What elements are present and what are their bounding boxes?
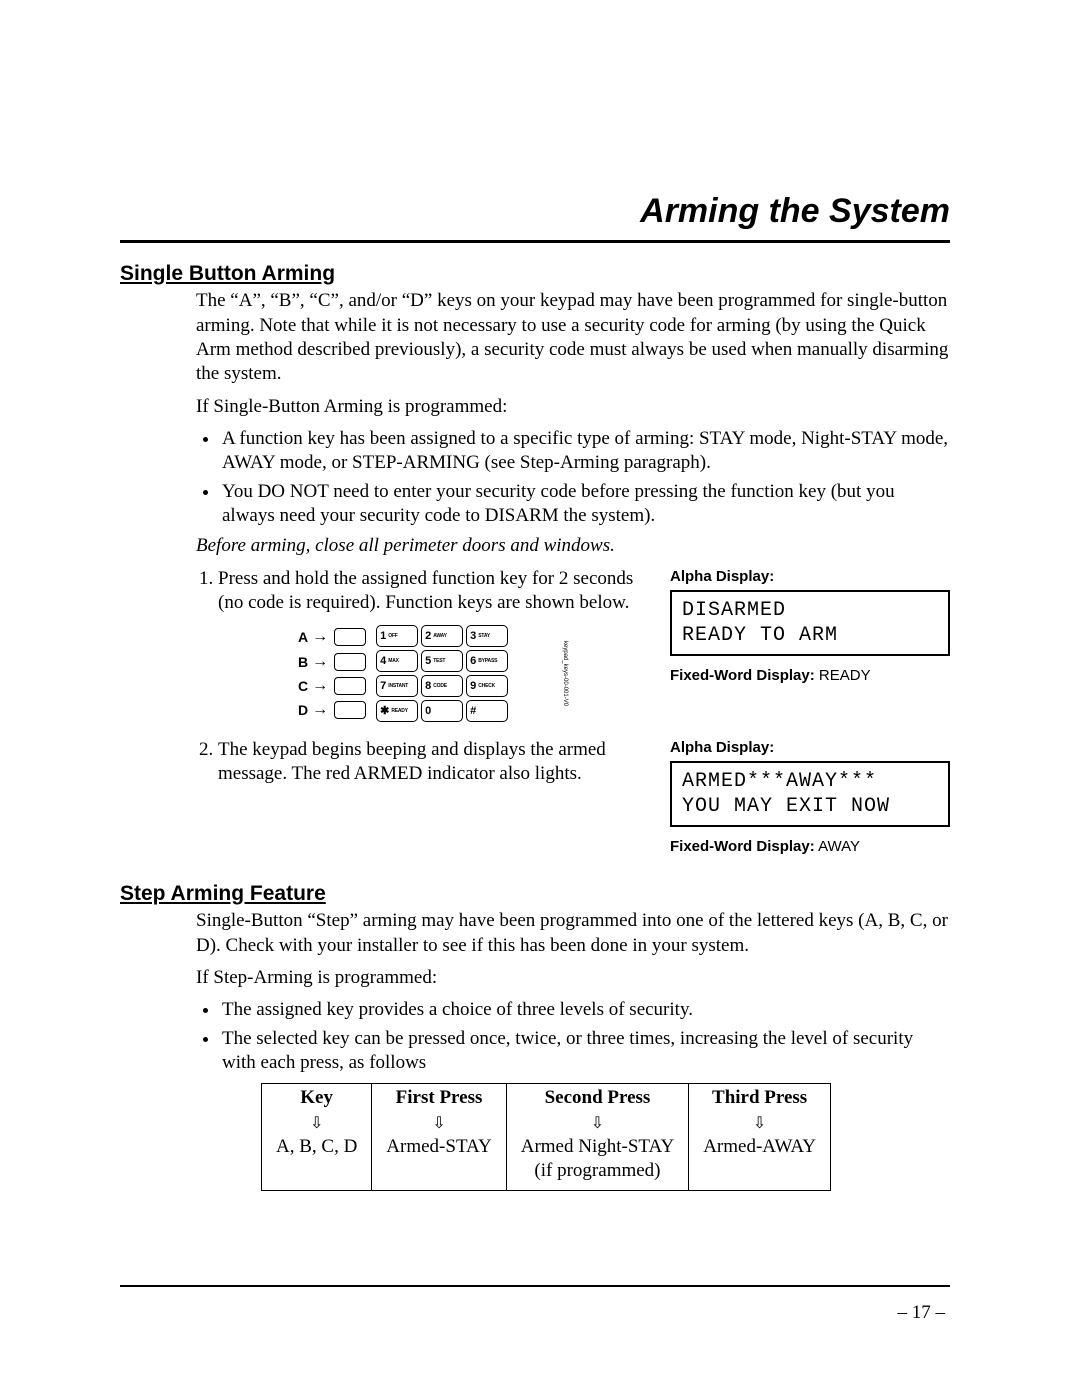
step-2: The keypad begins beeping and displays t… xyxy=(218,738,660,787)
keypad-key: 1OFF xyxy=(376,625,418,647)
down-arrow-icon: ⇩ xyxy=(310,1115,323,1132)
fixed-word-display: Fixed-Word Display: AWAY xyxy=(670,837,950,856)
bullet-item: You DO NOT need to enter your security c… xyxy=(220,480,950,529)
alpha-display-label: Alpha Display: xyxy=(670,567,950,586)
footer-rule xyxy=(120,1285,950,1287)
page-number: – 17 – xyxy=(898,1301,946,1325)
lcd-line: YOU MAY EXIT NOW xyxy=(682,794,938,819)
function-key xyxy=(334,653,366,671)
bullet-item: A function key has been assigned to a sp… xyxy=(220,427,950,476)
table-header: Key xyxy=(300,1087,333,1108)
step-arming-table: Key ⇩ A, B, C, D First Press ⇩ Armed-STA… xyxy=(261,1083,831,1190)
keypad-key: 6BYPASS xyxy=(466,650,508,672)
keypad-key: ✱READY xyxy=(376,700,418,722)
down-arrow-icon: ⇩ xyxy=(753,1115,766,1132)
keypad-key: 7INSTANT xyxy=(376,675,418,697)
keypad-key: 0 xyxy=(421,700,463,722)
arrow-right-icon: → xyxy=(312,626,328,648)
table-cell: Armed-STAY xyxy=(386,1136,491,1157)
down-arrow-icon: ⇩ xyxy=(591,1115,604,1132)
keypad-row-label: D xyxy=(298,699,308,721)
keypad-key: # xyxy=(466,700,508,722)
table-cell: Armed-AWAY xyxy=(703,1136,816,1157)
bullet-item: The assigned key provides a choice of th… xyxy=(220,998,950,1022)
lcd-display: DISARMED READY TO ARM xyxy=(670,590,950,656)
paragraph: If Step-Arming is programmed: xyxy=(196,966,950,990)
keypad-key: 4MAX xyxy=(376,650,418,672)
page-title: Arming the System xyxy=(120,190,950,243)
keypad-row-label: A xyxy=(298,626,308,648)
pre-arming-note: Before arming, close all perimeter doors… xyxy=(196,534,950,558)
arrow-right-icon: → xyxy=(312,651,328,673)
keypad-key: 2AWAY xyxy=(421,625,463,647)
lcd-line: READY TO ARM xyxy=(682,623,938,648)
paragraph: The “A”, “B”, “C”, and/or “D” keys on yo… xyxy=(196,289,950,386)
step-1: Press and hold the assigned function key… xyxy=(218,567,660,723)
table-cell: Armed Night-STAY xyxy=(521,1136,674,1157)
table-cell: A, B, C, D xyxy=(276,1136,357,1157)
function-key xyxy=(334,701,366,719)
table-cell-note: (if programmed) xyxy=(534,1160,660,1181)
paragraph: If Single-Button Arming is programmed: xyxy=(196,395,950,419)
table-header: First Press xyxy=(396,1087,483,1108)
keypad-key: 8CODE xyxy=(421,675,463,697)
keypad-diagram: A B C D → → → → xyxy=(298,625,558,722)
paragraph: Single-Button “Step” arming may have bee… xyxy=(196,909,950,958)
diagram-id-text: keypad_keys-00-001-V0 xyxy=(560,633,568,713)
arrow-right-icon: → xyxy=(312,675,328,697)
fixed-word-display: Fixed-Word Display: READY xyxy=(670,666,950,685)
keypad-key: 3STAY xyxy=(466,625,508,647)
function-key xyxy=(334,628,366,646)
section-heading-step-arming: Step Arming Feature xyxy=(120,881,950,908)
section-heading-single-button: Single Button Arming xyxy=(120,261,950,288)
down-arrow-icon: ⇩ xyxy=(432,1115,445,1132)
step-text: Press and hold the assigned function key… xyxy=(218,568,633,613)
bullet-item: The selected key can be pressed once, tw… xyxy=(220,1027,950,1076)
keypad-key: 5TEST xyxy=(421,650,463,672)
keypad-row-label: B xyxy=(298,651,308,673)
arrow-right-icon: → xyxy=(312,699,328,721)
lcd-display: ARMED***AWAY*** YOU MAY EXIT NOW xyxy=(670,761,950,827)
table-header: Third Press xyxy=(712,1087,807,1108)
lcd-line: DISARMED xyxy=(682,598,938,623)
keypad-row-label: C xyxy=(298,675,308,697)
table-header: Second Press xyxy=(545,1087,651,1108)
keypad-key: 9CHECK xyxy=(466,675,508,697)
function-key xyxy=(334,677,366,695)
lcd-line: ARMED***AWAY*** xyxy=(682,769,938,794)
alpha-display-label: Alpha Display: xyxy=(670,738,950,757)
